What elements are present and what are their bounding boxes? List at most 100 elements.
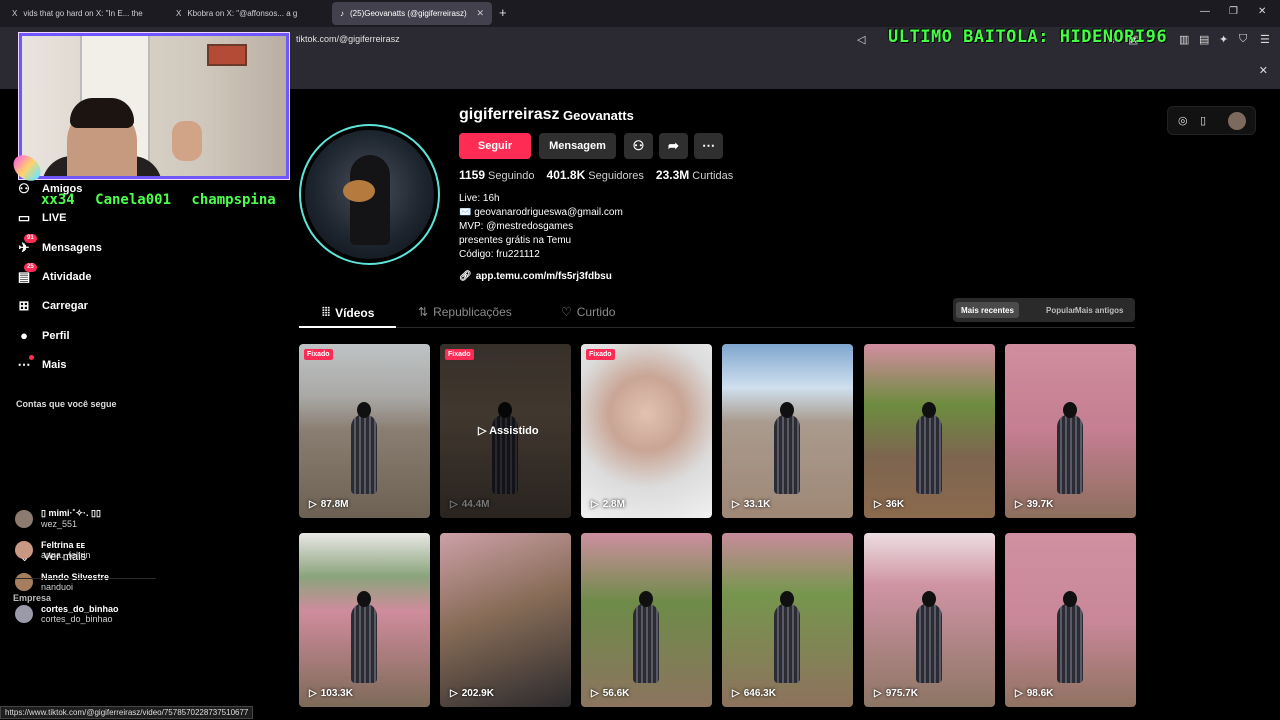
wallet-icon[interactable]: ▤	[1199, 33, 1209, 46]
video-card[interactable]: Fixado ▷ 87.8M	[299, 344, 430, 518]
play-icon: ▷	[309, 499, 317, 510]
follow-button[interactable]: Seguir	[459, 133, 531, 159]
video-card[interactable]: ▷ 36K	[864, 344, 995, 518]
see-more-label: Ver mais	[43, 551, 87, 563]
play-icon: ▷	[591, 688, 599, 699]
message-button[interactable]: Mensagem	[539, 133, 616, 159]
video-card[interactable]: Fixado ▷ 2.8M	[581, 344, 712, 518]
share-icon[interactable]: ➦	[659, 133, 688, 159]
profile-bio: Live: 16h ✉️ geovanarodrigueswa@gmail.co…	[459, 192, 623, 262]
browser-tab-3-active[interactable]: ♪ (25)Geovanatts (@gigiferreirasz) ✕	[332, 2, 492, 25]
compass-icon[interactable]: ◎	[1178, 114, 1188, 127]
more-options-icon[interactable]: ⋯	[694, 133, 723, 159]
profile-username: gigiferreirasz	[459, 106, 560, 123]
browser-tab-2[interactable]: X Kbobra on X: "@affonsos... a g	[168, 2, 328, 25]
video-card[interactable]: ▷ Assistido Fixado ▷ 44.4M	[440, 344, 571, 518]
following-account[interactable]: Nando Silvestre nanduoi	[15, 572, 109, 592]
mute-icon[interactable]: ◁	[857, 33, 865, 46]
close-tab-icon[interactable]: ✕	[476, 8, 484, 19]
profile-link[interactable]: 🔗︎ app.temu.com/m/fs5rj3fdbsu	[459, 271, 612, 282]
bio-line: Live: 16h	[459, 193, 500, 204]
video-card[interactable]: ▷ 202.9K	[440, 533, 571, 707]
url-field[interactable]: tiktok.com/@gigiferreirasz	[296, 34, 400, 44]
video-thumbnail	[440, 533, 571, 707]
person-head	[1063, 402, 1077, 418]
close-window-icon[interactable]: ✕	[1258, 6, 1266, 17]
sidebar-item-mensagens[interactable]: ✈ 91 Mensagens	[16, 234, 102, 256]
pinned-badge: Fixado	[445, 349, 474, 360]
view-count-value: 202.9K	[461, 688, 494, 699]
user-avatar[interactable]	[1228, 112, 1246, 130]
bio-line: presentes grátis na Temu	[459, 235, 572, 246]
ai-icon[interactable]: ✦	[1219, 33, 1228, 46]
sidebar-item-perfil[interactable]: ● Perfil	[16, 328, 69, 343]
view-count: ▷ 87.8M	[309, 499, 349, 510]
video-card[interactable]: ▷ 103.3K	[299, 533, 430, 707]
followers-label[interactable]: Seguidores	[588, 170, 644, 182]
company-section-title: Empresa	[13, 593, 52, 603]
person-figure	[916, 414, 942, 494]
sort-recent[interactable]: Mais recentes	[956, 302, 1019, 318]
new-tab-button[interactable]: +	[499, 5, 507, 20]
sidebar-item-live[interactable]: ▭ LIVE	[16, 210, 67, 226]
tab-label: Vídeos	[335, 305, 375, 320]
sidebar-item-carregar[interactable]: ⊞ Carregar	[16, 298, 88, 314]
view-count-value: 33.1K	[743, 499, 771, 510]
see-more-button[interactable]: ⌄ Ver mais	[20, 551, 86, 564]
video-card[interactable]: ▷ 646.3K	[722, 533, 853, 707]
play-icon: ▷	[309, 688, 317, 699]
stream-chat-names: xx34 Canela001 champspina	[41, 192, 276, 208]
video-card[interactable]: ▷ 39.7K	[1005, 344, 1136, 518]
tab-reposts[interactable]: ⇅ Republicações	[418, 305, 512, 319]
view-count-value: 98.6K	[1026, 688, 1054, 699]
video-card[interactable]: ▷ 98.6K	[1005, 533, 1136, 707]
video-card[interactable]: ▷ 33.1K	[722, 344, 853, 518]
menu-icon[interactable]: ☰	[1260, 33, 1270, 46]
chevron-down-icon: ⌄	[20, 552, 30, 564]
view-count-value: 646.3K	[743, 688, 776, 699]
upload-icon: ⊞	[18, 298, 30, 313]
pinned-badge: Fixado	[304, 349, 333, 360]
person-head	[357, 402, 371, 418]
play-icon: ▷	[591, 499, 599, 510]
following-label[interactable]: Seguindo	[488, 170, 535, 182]
view-count: ▷ 36K	[874, 499, 904, 510]
shield-icon[interactable]: ⛉	[1239, 33, 1247, 46]
person-figure	[633, 603, 659, 683]
restore-icon[interactable]: ❐	[1229, 6, 1238, 17]
video-card[interactable]: ▷ 975.7K	[864, 533, 995, 707]
tab-liked[interactable]: ♡ Curtido	[561, 305, 615, 319]
view-count-value: 56.6K	[602, 688, 630, 699]
tab-title: vids that go hard on X: "In E... the	[23, 9, 143, 18]
view-count: ▷ 98.6K	[1015, 688, 1053, 699]
profile-display-name: Geovanatts	[563, 108, 634, 123]
view-count-value: 2.8M	[602, 499, 625, 510]
video-card[interactable]: ▷ 56.6K	[581, 533, 712, 707]
sidebar-item-mais[interactable]: ⋯ Mais	[16, 355, 66, 373]
likes-count: 23.3M	[655, 168, 690, 182]
play-icon: ▷	[478, 425, 490, 437]
person-head	[780, 402, 794, 418]
sort-oldest[interactable]: Mais antigos	[1070, 302, 1128, 318]
tab-label: Curtido	[576, 305, 616, 319]
avatar	[15, 605, 33, 623]
tab-label: Republicações	[433, 305, 512, 319]
view-count-value: 36K	[885, 499, 905, 510]
person-head	[780, 591, 794, 607]
device-icon[interactable]: ▯	[1200, 114, 1206, 127]
sidebar-toggle-icon[interactable]: ▥	[1179, 33, 1189, 46]
following-account[interactable]: cortes_do_binhao cortes_do_binhao	[15, 604, 119, 624]
x-logo-icon: X	[12, 9, 18, 18]
following-account[interactable]: ▯ mimi·˚✧·. ▯▯ wez_551	[15, 508, 101, 529]
minimize-icon[interactable]: —	[1200, 6, 1210, 17]
person-head	[357, 591, 371, 607]
browser-tab-1[interactable]: X vids that go hard on X: "In E... the	[4, 2, 164, 25]
tab-videos[interactable]: ⦙⦙⦙ Vídeos	[322, 305, 374, 320]
sidebar-item-atividade[interactable]: ▤ 25 Atividade	[16, 263, 92, 285]
add-friend-icon[interactable]: ⚇	[624, 133, 653, 159]
close-icon[interactable]: ✕	[1259, 64, 1268, 77]
view-count-value: 39.7K	[1026, 499, 1054, 510]
person-figure	[774, 414, 800, 494]
profile-icon: ●	[20, 328, 28, 343]
profile-avatar[interactable]	[299, 124, 440, 265]
